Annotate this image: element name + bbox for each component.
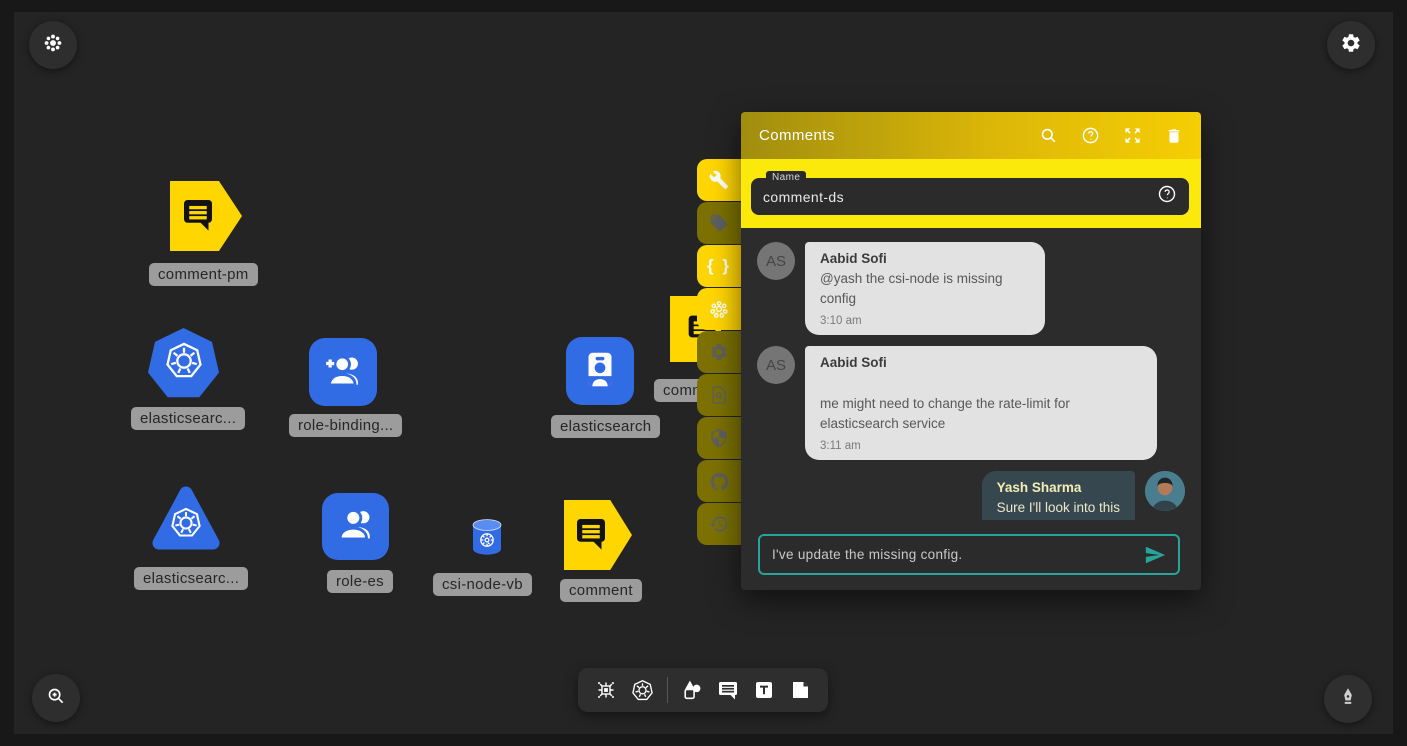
field-help-icon[interactable] [1157,184,1177,209]
tag-icon [709,213,729,233]
comments-panel: Comments Name [741,112,1201,590]
comment-bubble-icon [177,193,219,240]
zoom-in-icon [45,685,67,712]
pen-tool-button[interactable] [1324,675,1372,723]
braces-tool-button[interactable]: { } [697,245,741,287]
message-bubble: Aabid Sofi @yash the csi-node is missing… [805,242,1045,335]
pen-nib-icon [1337,686,1359,713]
panel-side-toolbar: { } [697,159,741,546]
node-graph-icon[interactable] [594,678,618,702]
kubernetes-icon[interactable] [630,678,655,703]
message-text: me might need to change the rate-limit f… [820,394,1142,433]
kubernetes-tool-button[interactable] [697,288,741,330]
node-elasticsearch-triangle[interactable] [150,484,222,552]
settings-button[interactable] [1327,21,1375,69]
node-label: role-es [327,570,393,593]
send-icon[interactable] [1144,544,1166,566]
shapes-icon[interactable] [680,678,705,703]
zoom-button[interactable] [32,674,80,722]
wrench-tool-button[interactable] [697,159,741,201]
node-role-binding[interactable] [309,338,377,406]
help-icon[interactable] [1081,126,1100,145]
message-author: Aabid Sofi [820,355,1142,370]
shield-icon [709,428,729,448]
cluster-button[interactable] [29,21,77,69]
avatar: AS [757,242,795,280]
message-text: @yash the csi-node is missing config [820,269,1030,308]
kubernetes-wheel-icon [167,504,205,547]
service-account-badge-icon [577,346,623,397]
node-comment[interactable] [564,500,632,570]
shield-tool-button[interactable] [697,417,741,459]
node-role-es[interactable] [322,493,389,560]
chat-input-bar [758,534,1180,575]
name-field-wrap: Name [751,178,1189,215]
history-tool-button[interactable] [697,503,741,545]
message-author: Aabid Sofi [820,251,1030,266]
text-tool-icon[interactable] [752,678,776,702]
node-label: comment-pm [149,263,258,286]
shape-toolbar [578,668,828,712]
storage-cylinder-icon [471,543,503,560]
node-label: csi-node-vb [433,573,532,596]
node-csi-node-vb[interactable] [471,518,503,556]
message: AS Aabid Sofi @yash the csi-node is miss… [757,242,1185,335]
expand-icon[interactable] [1123,126,1142,145]
settings-tool-button[interactable] [697,331,741,373]
cluster-flower-icon [42,32,64,59]
doc-search-tool-button[interactable] [697,374,741,416]
kubernetes-flower-icon [708,298,730,320]
message-bubble: Yash Sharma Sure I'll look into this 3:2… [982,471,1135,520]
kubernetes-wheel-icon [161,338,207,389]
node-label: elasticsearc... [131,407,245,430]
gear-icon [1340,32,1362,59]
toolbar-divider [667,677,668,703]
github-icon [709,471,730,492]
note-tool-icon[interactable] [788,678,812,702]
github-tool-button[interactable] [697,460,741,502]
role-binding-icon [320,347,366,398]
name-section: Name [741,159,1201,228]
gear-icon [709,342,729,362]
node-label: comment [560,579,642,602]
message-list: AS Aabid Sofi @yash the csi-node is miss… [741,228,1201,520]
panel-header-actions [1039,126,1183,145]
wrench-icon [709,170,729,190]
braces-icon: { } [707,256,731,276]
search-icon[interactable] [1039,126,1058,145]
comment-bubble-icon [570,512,612,559]
node-label: role-binding... [289,414,402,437]
message-time: 3:11 am [820,440,1142,452]
message-bubble: Aabid Sofi me might need to change the r… [805,346,1157,460]
chat-message-input[interactable] [772,547,1144,562]
doc-search-icon [709,385,729,405]
message: Yash Sharma Sure I'll look into this 3:2… [757,471,1185,520]
node-elasticsearch-badge[interactable] [566,337,634,405]
avatar: AS [757,346,795,384]
history-icon [709,514,729,534]
comment-tool-icon[interactable] [716,678,740,702]
name-input[interactable] [763,189,1157,205]
message-text: Sure I'll look into this [997,498,1120,518]
role-icon [333,501,379,552]
panel-title: Comments [759,127,1039,144]
node-elasticsearch-heptagon[interactable] [148,328,219,399]
node-label: elasticsearch [551,415,660,438]
avatar-photo [1145,471,1185,511]
message-author: Yash Sharma [997,480,1120,495]
node-label: elasticsearc... [134,567,248,590]
trash-icon[interactable] [1165,127,1183,145]
message: AS Aabid Sofi me might need to change th… [757,346,1185,460]
name-field-label: Name [766,171,806,184]
message-time: 3:10 am [820,315,1030,327]
tag-tool-button[interactable] [697,202,741,244]
node-comment-pm[interactable] [170,181,242,251]
comments-panel-header[interactable]: Comments [741,112,1201,159]
